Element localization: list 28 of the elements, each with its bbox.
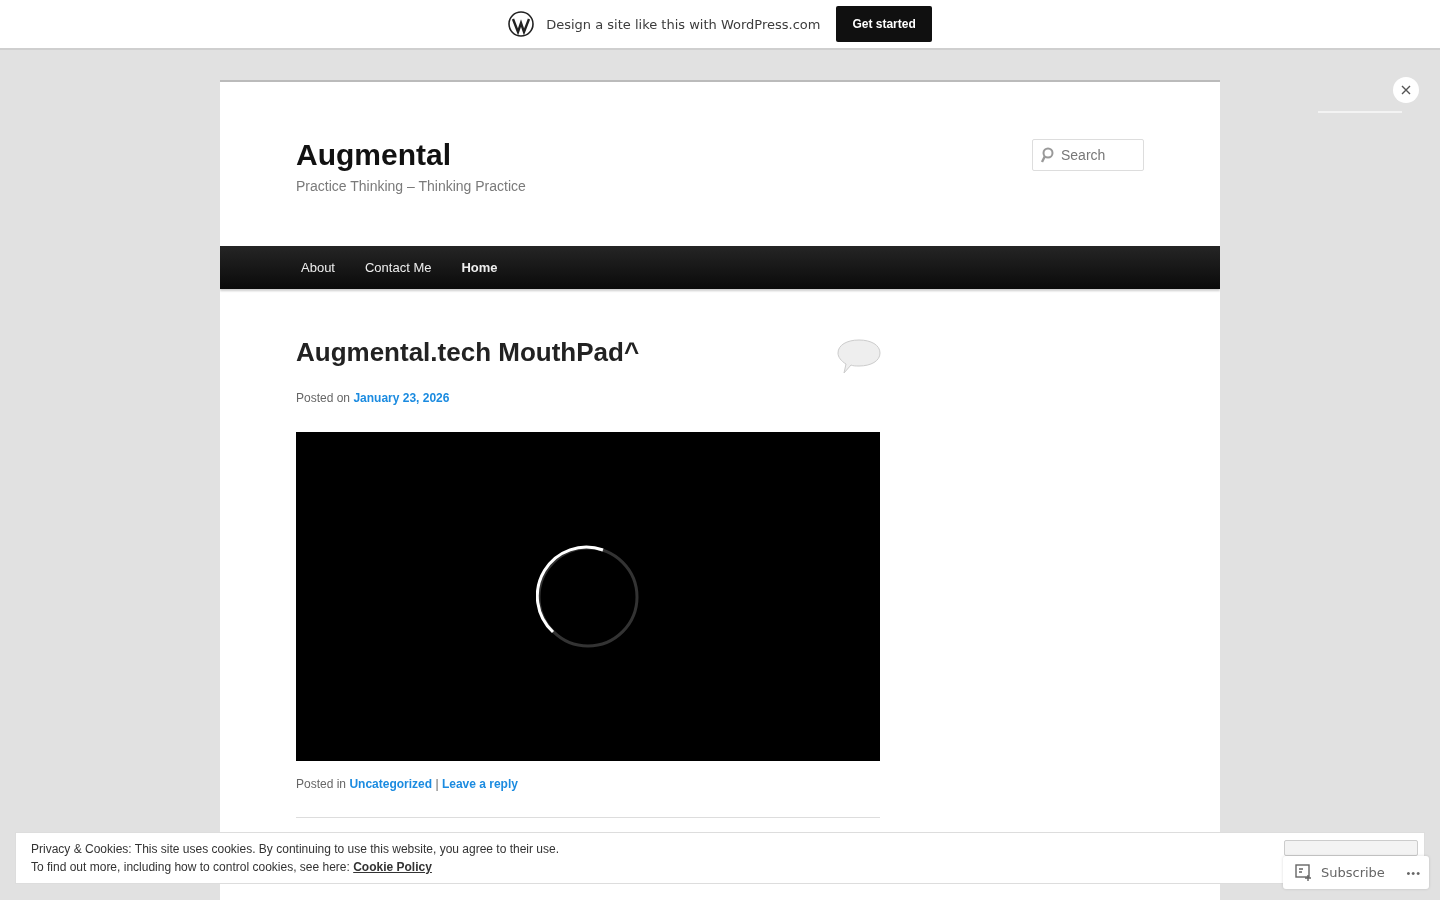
video-player[interactable] bbox=[296, 432, 880, 761]
site-title[interactable]: Augmental bbox=[296, 138, 526, 172]
comment-bubble-icon[interactable] bbox=[837, 339, 881, 375]
site-tagline: Practice Thinking – Thinking Practice bbox=[296, 178, 526, 194]
date-link[interactable]: January 23, 2026 bbox=[353, 391, 450, 405]
loading-spinner-icon bbox=[536, 544, 640, 649]
post-title[interactable]: Augmental.tech MouthPad^ bbox=[296, 337, 640, 368]
search-field[interactable]: Search bbox=[1032, 139, 1144, 171]
cookie-text: Privacy & Cookies: This site uses cookies. By continuing to use this website, you agree to their use. bbox=[31, 842, 560, 856]
post-footer-line: Posted in Uncategorized | Leave a reply bbox=[296, 777, 519, 791]
nav-link[interactable]: Contact Me bbox=[350, 260, 447, 275]
nav-link[interactable]: Home bbox=[446, 260, 513, 275]
subscribe-button[interactable]: Subscribe bbox=[1295, 863, 1385, 882]
close-button[interactable] bbox=[1393, 77, 1419, 103]
close-icon bbox=[1401, 85, 1411, 95]
category-link[interactable]: Uncategorized bbox=[349, 777, 433, 791]
reply-link[interactable]: Leave a reply bbox=[441, 777, 518, 791]
promo-text: Design a site like this with WordPress.com bbox=[546, 16, 821, 32]
accept-button[interactable] bbox=[1284, 840, 1418, 856]
cookie-policy-link[interactable]: Cookie Policy bbox=[353, 860, 432, 874]
reader-plus-icon bbox=[1295, 863, 1313, 882]
get-started-button[interactable]: Get started bbox=[836, 6, 932, 42]
more-button[interactable]: ••• bbox=[1406, 866, 1421, 879]
nav-link[interactable]: About bbox=[286, 260, 350, 275]
wordpress-logo-icon bbox=[508, 11, 535, 37]
search-icon bbox=[1040, 147, 1054, 163]
cookie-policy-text: To find out more, including how to control cookies, see here: Cookie Policy bbox=[31, 860, 432, 874]
post-date-line: Posted on January 23, 2026 bbox=[296, 391, 451, 405]
